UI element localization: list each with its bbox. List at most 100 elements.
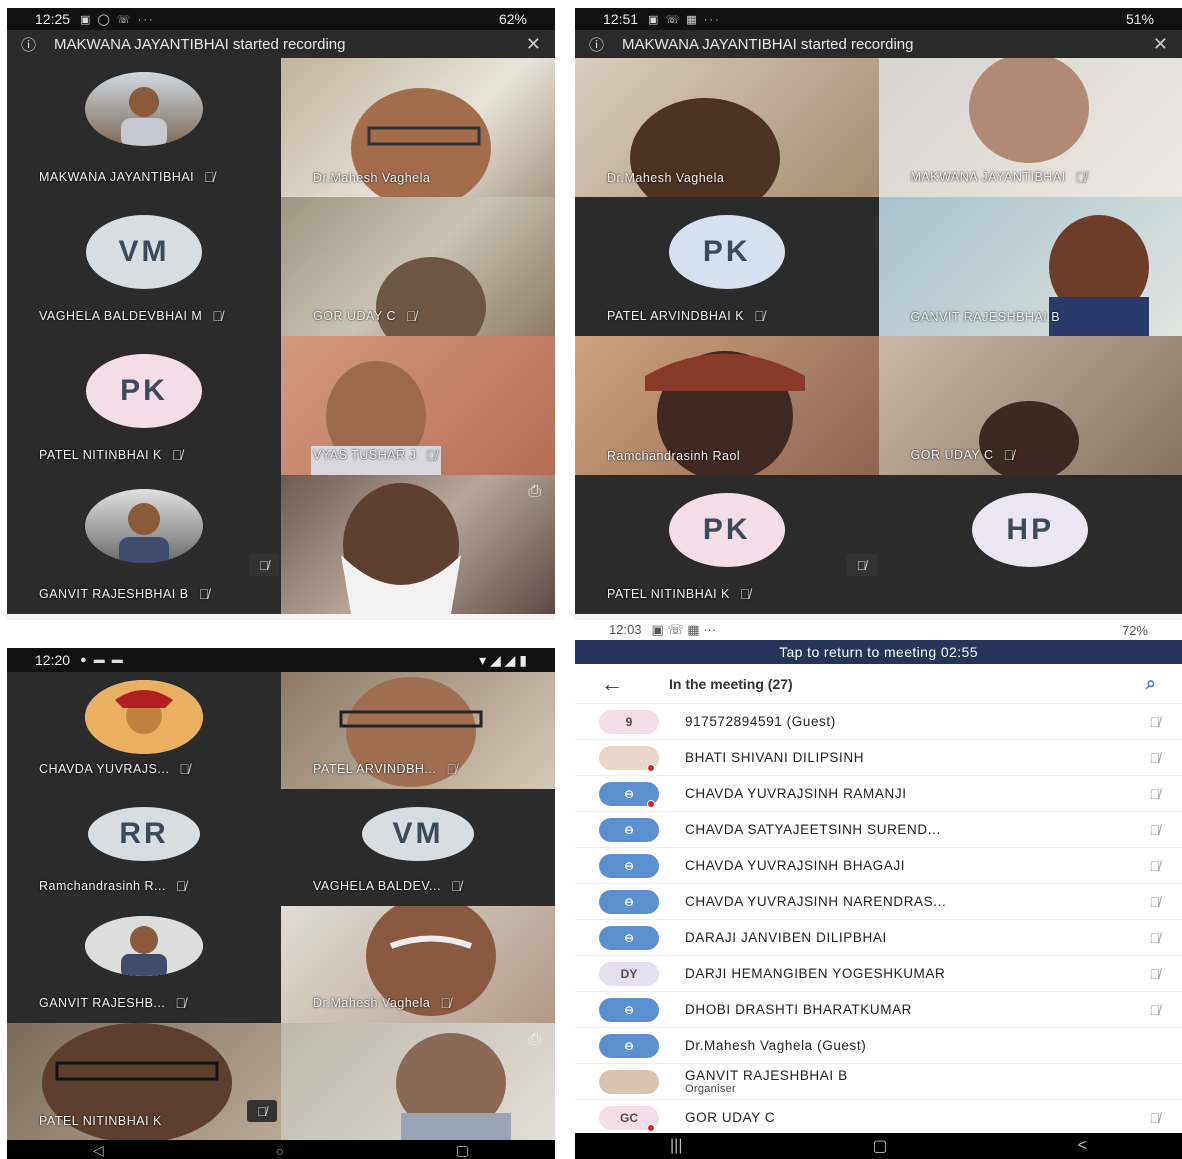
- participant-name-block: Dr.Mahesh Vaghela (Guest): [685, 1038, 866, 1053]
- participant-name: CHAVDA YUVRAJSINH NARENDRAS...: [685, 894, 947, 909]
- mic-off-icon: 🎙̸: [249, 554, 279, 576]
- participant-video-tile[interactable]: Ramchandrasinh Raol: [575, 336, 879, 475]
- participant-name: GANVIT RAJESHBHAI B: [39, 587, 189, 601]
- notification-icons: ● ▬ ▬: [80, 654, 125, 666]
- participant-name-block: DARAJI JANVIBEN DILIPBHAI: [685, 930, 887, 945]
- video-grid: Dr.Mahesh Vaghela MAKWANA JAYANTIBHAI 🎙̸ …: [575, 58, 1182, 614]
- participant-tile[interactable]: RR Ramchandrasinh R... 🎙̸: [7, 789, 281, 906]
- participant-video-tile[interactable]: GANVIT RAJESHBHAI B: [878, 197, 1182, 336]
- mic-off-icon: 🎙̸: [204, 169, 216, 185]
- participant-video-tile[interactable]: MAKWANA JAYANTIBHAI 🎙̸: [878, 58, 1182, 197]
- participant-tile[interactable]: GANVIT RAJESHB... 🎙̸: [7, 906, 281, 1023]
- close-icon[interactable]: ✕: [1153, 34, 1168, 55]
- participant-row[interactable]: GC GOR UDAY C 🎙̸: [575, 1100, 1182, 1136]
- avatar: [85, 916, 203, 976]
- mic-off-icon: 🎙̸: [739, 586, 751, 602]
- participant-row[interactable]: BHATI SHIVANI DILIPSINH 🎙̸: [575, 740, 1182, 776]
- info-icon[interactable]: ⓘ: [21, 34, 36, 55]
- participant-name-block: GOR UDAY C: [685, 1110, 775, 1125]
- user-icon: ⊖: [599, 853, 659, 878]
- participant-tile[interactable]: HP: [878, 475, 1182, 614]
- back-icon[interactable]: ◁: [93, 1142, 104, 1159]
- avatar: VM: [86, 215, 202, 289]
- participant-video-tile[interactable]: GOR UDAY C 🎙̸: [281, 197, 555, 336]
- return-to-meeting-text: Tap to return to meeting 02:55: [779, 644, 978, 660]
- participant-name: GOR UDAY C: [910, 448, 994, 462]
- notification-icons: ▣ ☏ ▦ ···: [648, 13, 721, 26]
- participant-row[interactable]: ⊖ CHAVDA YUVRAJSINH NARENDRAS... 🎙̸: [575, 884, 1182, 920]
- switch-camera-icon[interactable]: ⎙: [528, 1031, 541, 1049]
- user-icon: ⊖: [599, 781, 659, 808]
- user-icon: ⊖: [599, 817, 659, 842]
- participant-row[interactable]: ⊖ Dr.Mahesh Vaghela (Guest): [575, 1028, 1182, 1064]
- recent-apps-icon[interactable]: |||: [91, 620, 107, 621]
- return-to-meeting-bar[interactable]: Tap to return to meeting 02:55: [575, 640, 1182, 664]
- video-feed: [281, 475, 555, 614]
- participant-video-tile[interactable]: PATEL ARVINDBH... 🎙̸: [281, 672, 555, 789]
- participant-video-tile[interactable]: Dr.Mahesh Vaghela: [281, 58, 555, 197]
- avatar-initials: 9: [625, 714, 633, 729]
- user-icon: ⊖: [599, 889, 659, 914]
- participant-tile[interactable]: VM VAGHELA BALDEVBHAI M 🎙̸: [7, 197, 281, 336]
- participant-tile[interactable]: CHAVDA YUVRAJS... 🎙̸: [7, 672, 281, 789]
- participant-name: GANVIT RAJESHB...: [39, 996, 166, 1010]
- back-arrow-icon[interactable]: ←: [601, 671, 623, 697]
- participant-name: PATEL NITINBHAI K: [39, 1114, 162, 1128]
- mic-off-icon: 🎙̸: [1149, 821, 1161, 838]
- participant-row[interactable]: ⊖ DARAJI JANVIBEN DILIPBHAI 🎙̸: [575, 920, 1182, 956]
- participant-video-tile[interactable]: PATEL NITINBHAI K 🎙̸: [7, 1023, 281, 1140]
- status-dot: [647, 763, 655, 772]
- recording-banner: ⓘ MAKWANA JAYANTIBHAI started recording …: [575, 30, 1182, 58]
- participant-tile[interactable]: MAKWANA JAYANTIBHAI 🎙̸: [7, 58, 281, 197]
- recent-apps-icon[interactable]: ▢: [456, 1142, 469, 1159]
- participant-name: Dr.Mahesh Vaghela: [607, 171, 725, 185]
- mic-off-icon: 🎙̸: [406, 308, 418, 324]
- back-icon[interactable]: <: [460, 620, 472, 621]
- user-icon: ⊖: [599, 925, 659, 950]
- participant-tile[interactable]: GANVIT RAJESHBHAI B 🎙̸ 🎙̸: [7, 475, 281, 614]
- search-icon[interactable]: ⌕: [1146, 673, 1156, 694]
- participant-tile[interactable]: PK PATEL NITINBHAI K 🎙̸ 🎙̸: [575, 475, 879, 614]
- participant-tile[interactable]: PK PATEL ARVINDBHAI K 🎙̸: [575, 197, 879, 336]
- mic-off-icon: 🎙̸: [179, 761, 191, 777]
- participant-video-tile[interactable]: Dr.Mahesh Vaghela: [575, 58, 879, 197]
- video-grid: CHAVDA YUVRAJS... 🎙̸ PATEL ARVINDBH... 🎙̸ …: [7, 672, 555, 1140]
- participant-video-tile[interactable]: ⎙: [281, 1023, 555, 1140]
- participant-row[interactable]: DY DARJI HEMANGIBEN YOGESHKUMAR 🎙̸: [575, 956, 1182, 992]
- participant-video-tile[interactable]: ⎙: [281, 475, 555, 614]
- home-icon[interactable]: ○: [276, 1143, 284, 1159]
- participant-row[interactable]: ⊖ CHAVDA SATYAJEETSINH SUREND... 🎙̸: [575, 812, 1182, 848]
- close-icon[interactable]: ✕: [526, 34, 541, 55]
- back-icon[interactable]: <: [1078, 1137, 1087, 1155]
- info-icon[interactable]: ⓘ: [589, 34, 604, 55]
- participant-row[interactable]: ⊖ DHOBI DRASHTI BHARATKUMAR 🎙̸: [575, 992, 1182, 1028]
- screenshot-grid-2: 12:51 ▣ ☏ ▦ ··· 51% ⓘ MAKWANA JAYANTIBHAI…: [575, 8, 1182, 620]
- participant-name: PATEL ARVINDBHAI K: [607, 309, 745, 323]
- mic-off-icon: 🎙̸: [451, 878, 463, 894]
- switch-camera-icon[interactable]: ⎙: [528, 483, 541, 501]
- participant-video-tile[interactable]: GOR UDAY C 🎙̸: [878, 336, 1182, 475]
- clock: 12:25: [35, 11, 71, 27]
- recent-apps-icon[interactable]: |||: [670, 1137, 682, 1155]
- mic-off-icon: 🎙̸: [1149, 1109, 1161, 1126]
- video-feed: [281, 1023, 555, 1140]
- status-dot: [647, 799, 655, 808]
- participant-row[interactable]: ⊖ CHAVDA YUVRAJSINH RAMANJI 🎙̸: [575, 776, 1182, 812]
- avatar: RR: [88, 807, 200, 861]
- participant-row[interactable]: 9 917572894591 (Guest) 🎙̸: [575, 704, 1182, 740]
- avatar: PK: [668, 215, 785, 289]
- participant-row[interactable]: ⊖ CHAVDA YUVRAJSINH BHAGAJI 🎙̸: [575, 848, 1182, 884]
- participant-tile[interactable]: VM VAGHELA BALDEV... 🎙̸: [281, 789, 555, 906]
- participant-name-block: CHAVDA YUVRAJSINH BHAGAJI: [685, 858, 905, 873]
- home-icon[interactable]: ▢: [273, 619, 292, 621]
- mic-off-icon: 🎙̸: [1075, 169, 1087, 185]
- participant-video-tile[interactable]: Dr.Mahesh Vaghela 🎙̸: [281, 906, 555, 1023]
- participant-name-block: CHAVDA YUVRAJSINH RAMANJI: [685, 786, 907, 801]
- participant-name: MAKWANA JAYANTIBHAI: [39, 170, 195, 184]
- participant-tile[interactable]: PK PATEL NITINBHAI K 🎙̸: [7, 336, 281, 475]
- participant-video-tile[interactable]: VYAS TUSHAR J 🎙̸: [281, 336, 555, 475]
- home-icon[interactable]: ▢: [872, 1136, 887, 1156]
- participant-row[interactable]: GANVIT RAJESHBHAI B Organiser: [575, 1064, 1182, 1100]
- participant-name: GOR UDAY C: [685, 1110, 776, 1125]
- notification-icons: ▣ ☏ ▦ ···: [651, 622, 717, 637]
